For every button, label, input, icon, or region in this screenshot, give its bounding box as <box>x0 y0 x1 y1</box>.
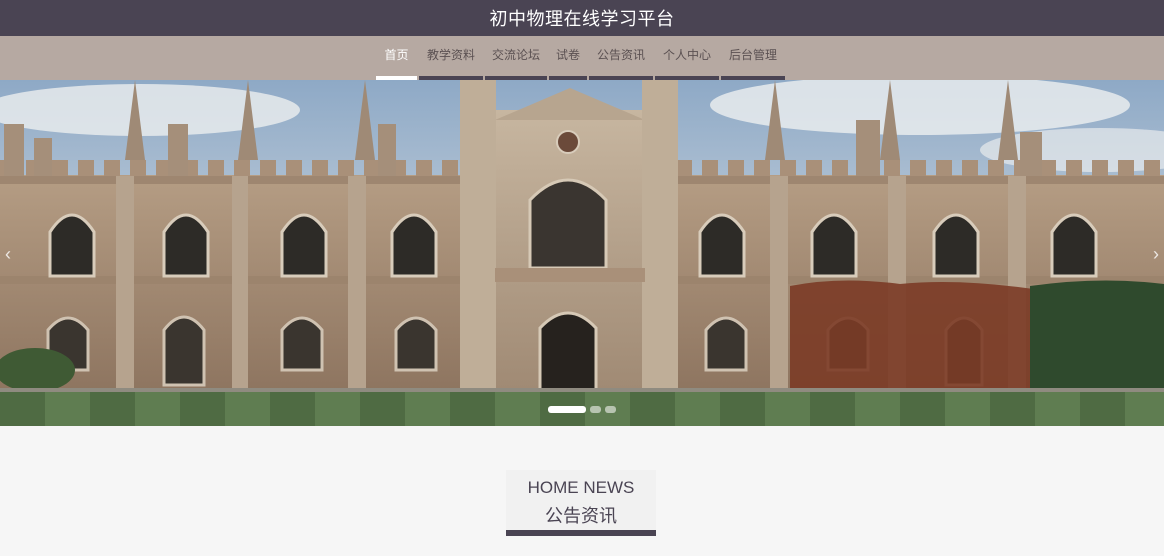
chevron-right-icon: › <box>1153 244 1159 264</box>
banner-carousel[interactable]: ‹ › <box>0 80 1164 426</box>
carousel-indicator-2[interactable] <box>590 406 601 413</box>
nav-item-forum[interactable]: 交流论坛 <box>485 36 547 80</box>
nav-item-announcements[interactable]: 公告资讯 <box>589 36 653 80</box>
nav-item-label: 首页 <box>384 48 409 62</box>
carousel-indicator-1[interactable] <box>548 406 586 413</box>
nav-item-label: 教学资料 <box>426 48 475 62</box>
banner-image <box>0 80 1164 426</box>
nav-item-admin[interactable]: 后台管理 <box>721 36 785 80</box>
news-title-en: HOME NEWS <box>527 478 635 497</box>
nav-item-label: 交流论坛 <box>491 48 540 62</box>
nav-item-label: 公告资讯 <box>596 48 645 62</box>
nav-item-teaching-materials[interactable]: 教学资料 <box>419 36 483 80</box>
news-heading-underline <box>506 530 656 536</box>
carousel-prev-button[interactable]: ‹ <box>0 242 16 266</box>
news-title-cn: 公告资讯 <box>545 506 617 526</box>
nav-item-home[interactable]: 首页 <box>376 36 417 80</box>
news-section-heading: HOME NEWS 公告资讯 <box>506 470 656 536</box>
carousel-indicators <box>548 406 616 413</box>
chevron-left-icon: ‹ <box>5 244 11 264</box>
site-header: 初中物理在线学习平台 <box>0 0 1164 36</box>
nav-item-label: 个人中心 <box>662 48 711 62</box>
site-title: 初中物理在线学习平台 <box>489 9 675 29</box>
nav-item-label: 后台管理 <box>728 48 777 62</box>
main-nav: 首页 教学资料 交流论坛 试卷 公告资讯 个人中心 后台管理 <box>0 36 1164 80</box>
carousel-next-button[interactable]: › <box>1148 242 1164 266</box>
nav-item-label: 试卷 <box>555 48 580 62</box>
nav-item-exam[interactable]: 试卷 <box>549 36 587 80</box>
carousel-indicator-3[interactable] <box>605 406 616 413</box>
nav-item-profile[interactable]: 个人中心 <box>655 36 719 80</box>
